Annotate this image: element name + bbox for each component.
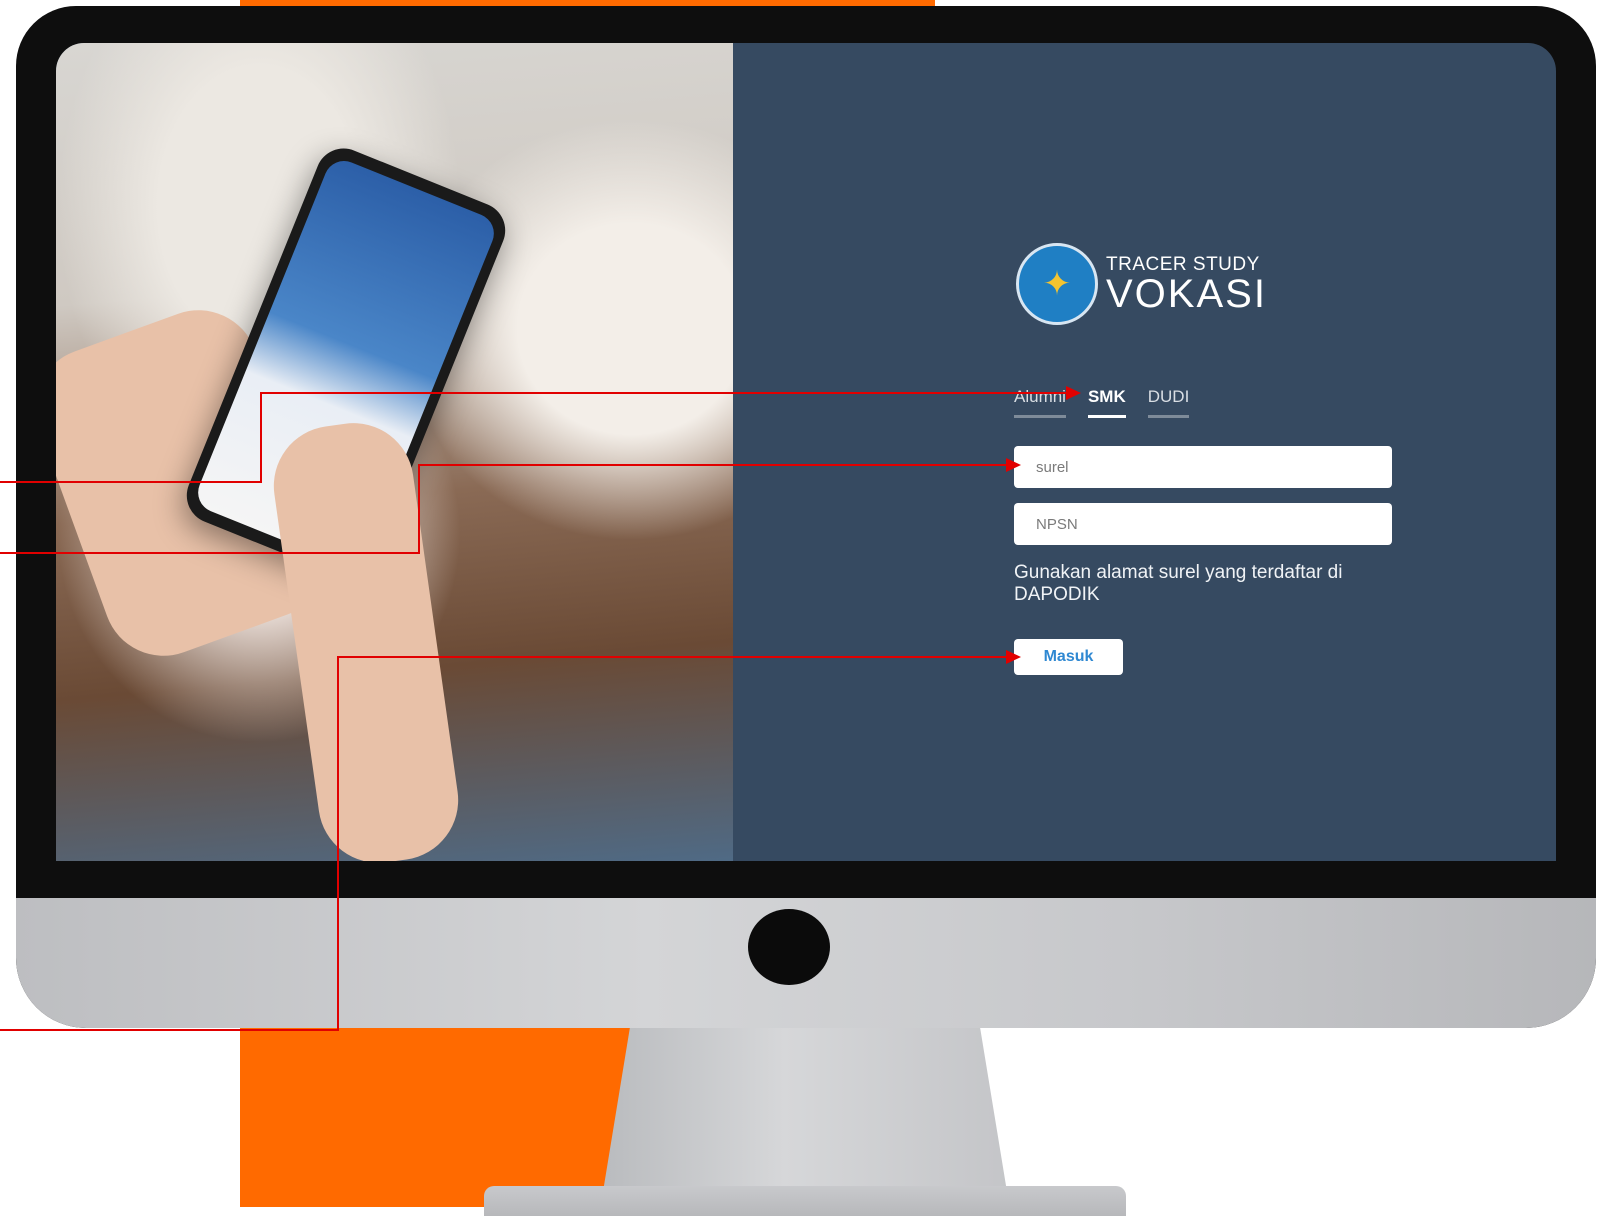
tab-smk[interactable]: SMK: [1087, 387, 1126, 418]
login-panel: ✦ TRACER STUDY VOKASI Alumni SMK DUDI Gu…: [1014, 243, 1414, 675]
logo: ✦ TRACER STUDY VOKASI: [1016, 243, 1414, 325]
camera-icon: [748, 909, 830, 985]
hero-photo: [56, 43, 733, 861]
screen: ✦ TRACER STUDY VOKASI Alumni SMK DUDI Gu…: [56, 43, 1556, 861]
monitor-base: [484, 1186, 1126, 1216]
email-hint: Gunakan alamat surel yang terdaftar di D…: [1014, 562, 1343, 605]
finger-image: [266, 415, 466, 861]
logo-line1: TRACER STUDY: [1106, 253, 1260, 275]
orange-backdrop-bottom: [240, 1010, 630, 1207]
tab-dudi[interactable]: DUDI: [1147, 387, 1190, 418]
monitor-frame: ✦ TRACER STUDY VOKASI Alumni SMK DUDI Gu…: [16, 6, 1596, 1028]
npsn-field[interactable]: [1014, 503, 1392, 545]
logo-line2: VOKASI: [1106, 271, 1267, 316]
masuk-button[interactable]: Masuk: [1014, 639, 1123, 675]
logo-text: TRACER STUDY VOKASI: [1106, 255, 1267, 314]
email-field[interactable]: [1014, 446, 1392, 488]
tut-wuri-emblem-icon: ✦: [1016, 243, 1098, 325]
monitor-stand: [600, 1010, 1010, 1210]
